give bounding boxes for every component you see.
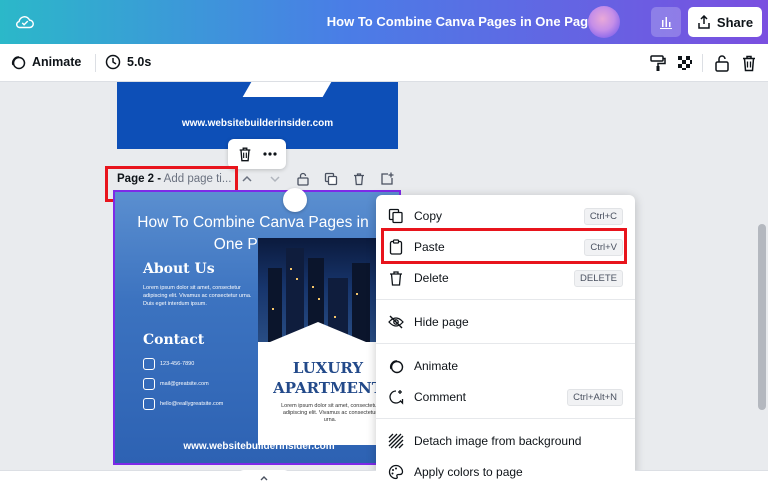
- share-label: Share: [716, 14, 754, 30]
- window-light: [318, 298, 320, 300]
- luxury-text: Lorem ipsum dolor sit amet, consectetur …: [281, 403, 379, 423]
- window-light: [312, 286, 314, 288]
- menu-divider: [376, 343, 635, 344]
- page-2-url: www.websitebuilderinsider.com: [183, 441, 335, 452]
- bar-chart-icon: [660, 17, 672, 29]
- page-2[interactable]: How To Combine Canva Pages in One Page? …: [113, 190, 401, 465]
- paint-roller-icon[interactable]: [649, 54, 667, 72]
- window-light: [290, 268, 292, 270]
- menu-label: Hide page: [414, 315, 469, 329]
- page-mini-toolbar: [228, 139, 286, 169]
- document-title[interactable]: How To Combine Canva Pages in One Page?: [300, 14, 630, 29]
- transparency-icon[interactable]: [676, 54, 694, 72]
- share-upload-icon: [698, 15, 710, 29]
- more-options-icon[interactable]: [262, 146, 278, 162]
- unlock-icon[interactable]: [296, 172, 310, 186]
- phone-text: 123-456-7890: [160, 361, 195, 367]
- contact-email: mail@greatsite.com: [143, 378, 209, 390]
- add-page-icon[interactable]: [380, 172, 394, 186]
- window-light: [296, 278, 298, 280]
- trash-icon[interactable]: [740, 54, 758, 72]
- menu-label: Delete: [414, 271, 449, 285]
- menu-item-animate[interactable]: Animate: [376, 352, 635, 380]
- avatar[interactable]: [588, 6, 620, 38]
- eye-off-icon: [388, 315, 404, 329]
- menu-item-copy[interactable]: Copy Ctrl+C: [376, 202, 635, 230]
- mail-icon: [143, 398, 155, 410]
- toolbar-divider: [95, 54, 96, 72]
- globe-icon: [143, 378, 155, 390]
- page-1-shape: [242, 82, 332, 97]
- menu-divider: [376, 418, 635, 419]
- menu-label: Copy: [414, 209, 443, 223]
- phone-icon: [143, 358, 155, 370]
- menu-item-comment[interactable]: Comment Ctrl+Alt+N: [376, 383, 635, 411]
- chevron-down-icon[interactable]: [268, 172, 282, 186]
- top-bar: How To Combine Canva Pages in One Page? …: [0, 0, 768, 44]
- rotate-handle[interactable]: [283, 188, 307, 212]
- trash-icon[interactable]: [237, 146, 253, 162]
- menu-item-delete[interactable]: Delete DELETE: [376, 264, 635, 292]
- contact-heading: Contact: [143, 332, 205, 348]
- menu-label: Apply colors to page: [414, 465, 523, 479]
- window-light: [334, 316, 336, 318]
- duration-button[interactable]: 5.0s: [105, 54, 151, 70]
- menu-label: Detach image from background: [414, 434, 582, 448]
- contact-phone: 123-456-7890: [143, 358, 194, 370]
- comment-plus-icon: [389, 390, 404, 405]
- insights-button[interactable]: [651, 7, 681, 37]
- menu-label: Comment: [414, 390, 467, 404]
- editor-toolbar: Animate 5.0s: [0, 44, 768, 82]
- cloud-sync-icon[interactable]: [14, 12, 36, 32]
- chevron-up-icon[interactable]: [240, 172, 254, 186]
- menu-shortcut: Ctrl+C: [583, 207, 623, 225]
- bottom-bar: [0, 470, 376, 486]
- collapse-pages-button[interactable]: [238, 470, 290, 486]
- animate-label: Animate: [32, 55, 82, 69]
- about-text: Lorem ipsum dolor sit amet, consectetur …: [143, 285, 252, 307]
- menu-divider: [376, 299, 635, 300]
- menu-item-apply-colors[interactable]: Apply colors to page: [376, 458, 635, 486]
- unlock-icon[interactable]: [713, 54, 731, 72]
- page-number-label: Page 2 -: [117, 173, 162, 185]
- email2-text: hello@reallygreatsite.com: [160, 401, 224, 407]
- trash-icon: [390, 271, 402, 286]
- menu-label: Animate: [414, 359, 459, 373]
- chevron-up-icon: [260, 476, 268, 481]
- clock-icon: [105, 54, 121, 70]
- copy-icon: [388, 208, 403, 224]
- page-1-url: www.websitebuilderinsider.com: [181, 118, 334, 129]
- palette-icon: [388, 464, 404, 480]
- duration-label: 5.0s: [127, 55, 152, 69]
- window-light: [272, 308, 274, 310]
- toolbar-divider: [702, 54, 703, 72]
- window-light: [356, 293, 358, 295]
- share-button[interactable]: Share: [688, 7, 762, 37]
- email-text: mail@greatsite.com: [160, 381, 209, 387]
- menu-shortcut: Ctrl+Alt+N: [567, 388, 623, 406]
- menu-shortcut: DELETE: [574, 269, 623, 287]
- about-heading: About Us: [143, 261, 215, 277]
- trash-icon[interactable]: [352, 172, 366, 186]
- contact-email-2: hello@reallygreatsite.com: [143, 398, 223, 410]
- menu-item-detach-image[interactable]: Detach image from background: [376, 427, 635, 455]
- menu-item-hide-page[interactable]: Hide page: [376, 308, 635, 336]
- animate-icon: [389, 360, 404, 374]
- page-2-title-field[interactable]: Page 2 - Add page ti...: [117, 173, 231, 185]
- animate-icon: [11, 56, 26, 70]
- paste-highlight: [381, 228, 627, 264]
- bottom-bar-right: [635, 470, 768, 486]
- hatch-icon: [388, 433, 404, 449]
- duplicate-icon[interactable]: [324, 172, 338, 186]
- page-title-placeholder: Add page ti...: [163, 173, 232, 185]
- scrollbar-thumb[interactable]: [758, 224, 766, 410]
- animate-button[interactable]: Animate: [10, 54, 81, 70]
